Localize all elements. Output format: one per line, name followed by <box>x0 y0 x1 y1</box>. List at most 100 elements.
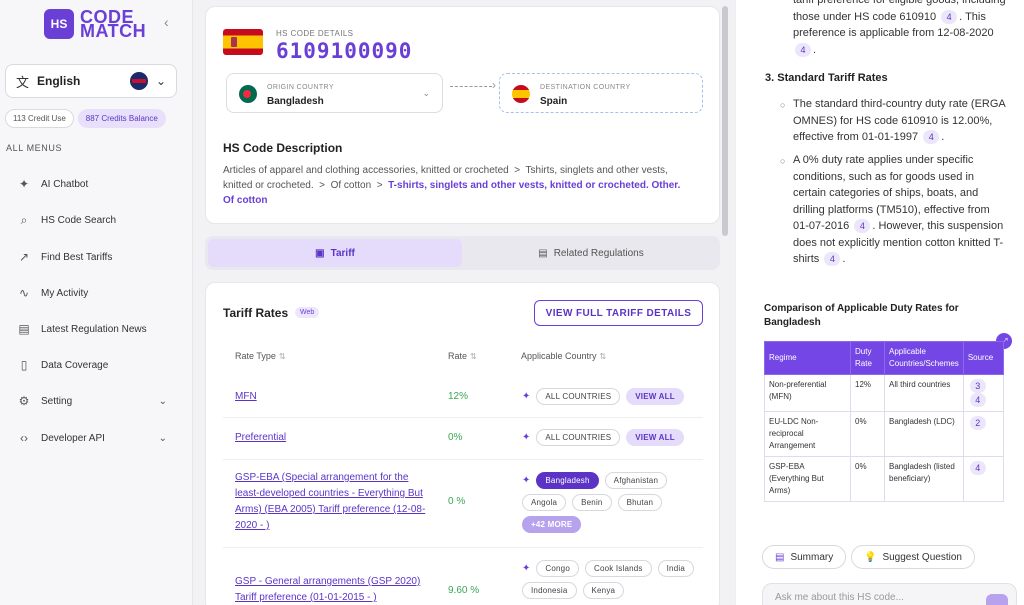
sidebar-item-label: Setting <box>41 395 73 407</box>
country-chip-selected[interactable]: Bangladesh <box>536 472 599 489</box>
country-chip[interactable]: ALL COUNTRIES <box>536 429 621 446</box>
tab-tariff[interactable]: ▣ Tariff <box>208 239 462 267</box>
table-row: Non-preferential (MFN) 12% All third cou… <box>764 374 1005 412</box>
sort-icon: ⇅ <box>278 352 286 361</box>
citation-badge[interactable]: 2 <box>969 416 986 430</box>
sort-icon: ⇅ <box>599 352 607 361</box>
sidebar-item-my-activity[interactable]: ∿ My Activity <box>17 286 167 300</box>
more-countries-button[interactable]: +42 MORE <box>522 516 582 533</box>
citation-badge[interactable]: 4 <box>854 219 871 233</box>
answer-text: The standard third-country duty rate (ER… <box>793 98 1006 143</box>
view-full-tariff-button[interactable]: VIEW FULL TARIFF DETAILS <box>534 300 703 326</box>
gear-icon: ⚙ <box>18 394 30 408</box>
activity-icon: ∿ <box>18 286 30 300</box>
rate-type-link[interactable]: GSP-EBA (Special arrangement for the lea… <box>235 470 430 534</box>
col-applicable-country[interactable]: Applicable Country ⇅ <box>521 351 606 361</box>
sparkle-icon: ✦ <box>522 432 531 443</box>
hs-description-breadcrumb: Articles of apparel and clothing accesso… <box>223 163 693 208</box>
credit-use-badge: 113 Credit Use <box>5 109 74 128</box>
hs-code-card: HS CODE DETAILS 6109100090 ORIGIN COUNTR… <box>205 6 720 224</box>
citation-badge[interactable]: 4 <box>824 252 841 266</box>
news-icon: ▤ <box>18 322 30 336</box>
chevron-left-icon[interactable]: ‹ <box>164 14 169 30</box>
rate-type-link[interactable]: GSP - General arrangements (GSP 2020) Ta… <box>235 574 430 605</box>
rate-value: 12% <box>448 391 469 402</box>
sidebar-item-label: Developer API <box>41 432 105 444</box>
sidebar-item-find-best-tariffs[interactable]: ↗ Find Best Tariffs <box>17 250 167 264</box>
destination-country-value: Spain <box>540 96 568 107</box>
answer-heading: 3. Standard Tariff Rates <box>765 72 888 84</box>
col-rate[interactable]: Rate ⇅ <box>448 351 477 361</box>
country-chip[interactable]: ALL COUNTRIES <box>536 388 621 405</box>
hs-description-title: HS Code Description <box>223 141 343 155</box>
rate-value: 9.60 % <box>448 585 480 596</box>
country-chip[interactable]: Cook Islands <box>584 560 652 577</box>
citation-badge[interactable]: 4 <box>941 9 958 24</box>
view-all-button[interactable]: VIEW ALL <box>626 429 684 446</box>
tab-related-label: Related Regulations <box>553 247 644 259</box>
bullet-icon: ○ <box>780 156 786 166</box>
tariff-rates-card: Tariff Rates Web VIEW FULL TARIFF DETAIL… <box>205 282 720 605</box>
col-rate-type[interactable]: Rate Type ⇅ <box>235 351 286 361</box>
col-applicable-countries: Applicable Countries/Schemes <box>884 341 964 375</box>
sidebar: HS CODE MATCH ‹ 文 English ⌄ 113 Credit U… <box>0 0 193 605</box>
lightbulb-icon: 💡 <box>864 551 877 563</box>
rate-type-link[interactable]: MFN <box>235 389 430 405</box>
summary-button[interactable]: ▤ Summary <box>762 545 847 569</box>
sidebar-item-ai-chatbot[interactable]: ✦ AI Chatbot <box>17 177 167 191</box>
answer-text: . <box>842 253 846 265</box>
country-chip[interactable]: Kenya <box>582 582 625 599</box>
country-chip[interactable]: Bhutan <box>617 494 663 511</box>
sidebar-item-label: Find Best Tariffs <box>41 251 113 263</box>
tariff-icon: ▣ <box>315 247 325 259</box>
send-button[interactable] <box>986 594 1008 605</box>
search-icon: ⌕ <box>20 213 28 227</box>
logo[interactable]: HS CODE MATCH <box>44 8 146 40</box>
suggest-question-button[interactable]: 💡 Suggest Question <box>851 545 975 569</box>
citation-badge[interactable]: 4 <box>969 461 986 475</box>
rate-type-link[interactable]: Preferential <box>235 430 430 446</box>
comparison-table: Regime Duty Rate Applicable Countries/Sc… <box>764 341 1005 502</box>
col-regime: Regime <box>764 341 851 375</box>
document-icon: ▤ <box>775 551 785 563</box>
country-chip[interactable]: Indonesia <box>522 582 577 599</box>
chevron-down-icon: ⌄ <box>158 395 167 407</box>
chevron-right-icon: > <box>511 165 523 176</box>
credits: 113 Credit Use 887 Credits Balance <box>5 109 166 128</box>
country-chip[interactable]: Congo <box>536 560 579 577</box>
tab-related-regulations[interactable]: ▤ Related Regulations <box>465 239 717 267</box>
spain-flag-icon <box>223 29 263 55</box>
citation-badge[interactable]: 4 <box>795 42 811 57</box>
country-chip[interactable]: Benin <box>572 494 612 511</box>
citation-badge[interactable]: 4 <box>923 130 940 144</box>
bangladesh-flag-icon <box>239 85 257 103</box>
origin-country-select[interactable]: ORIGIN COUNTRY Bangladesh ⌄ <box>226 73 443 113</box>
destination-country-select[interactable]: DESTINATION COUNTRY Spain <box>499 73 703 113</box>
view-all-button[interactable]: VIEW ALL <box>626 388 684 405</box>
citation-badge[interactable]: 3 <box>969 379 986 393</box>
source-cell: 3 4 <box>962 374 1005 412</box>
countries-cell: Bangladesh (listed beneficiary) <box>884 456 964 502</box>
country-chip[interactable]: Afghanistan <box>604 472 668 489</box>
sidebar-item-data-coverage[interactable]: ▯ Data Coverage <box>17 358 167 372</box>
translate-icon: 文 <box>16 74 30 90</box>
language-select[interactable]: 文 English ⌄ <box>5 64 177 98</box>
answer-paragraph: tariff preference for eligible goods, in… <box>793 0 1008 58</box>
country-chip[interactable]: India <box>657 560 694 577</box>
sidebar-item-hs-code-search[interactable]: ⌕ HS Code Search <box>17 213 167 228</box>
country-chip[interactable]: Angola <box>522 494 567 511</box>
answer-bullet: A 0% duty rate applies under specific co… <box>793 152 1008 268</box>
sidebar-item-label: AI Chatbot <box>41 178 89 190</box>
citation-badge[interactable]: 4 <box>969 393 986 407</box>
chevron-down-icon: ⌄ <box>422 88 430 98</box>
arrow-right-icon <box>450 78 496 92</box>
sidebar-item-setting[interactable]: ⚙ Setting ⌄ <box>17 394 167 408</box>
sidebar-item-latest-regulation-news[interactable]: ▤ Latest Regulation News <box>17 322 167 336</box>
ask-input[interactable]: Ask me about this HS code... <box>762 583 1017 605</box>
main-scrollbar[interactable] <box>722 6 728 236</box>
logo-text-block: CODE MATCH <box>80 8 146 40</box>
regime-cell: Non-preferential (MFN) <box>764 374 851 412</box>
sidebar-item-developer-api[interactable]: ‹› Developer API ⌄ <box>17 431 167 445</box>
table-row: MFN 12% ✦ ALL COUNTRIES VIEW ALL <box>223 376 703 418</box>
answer-text: . <box>813 43 817 56</box>
